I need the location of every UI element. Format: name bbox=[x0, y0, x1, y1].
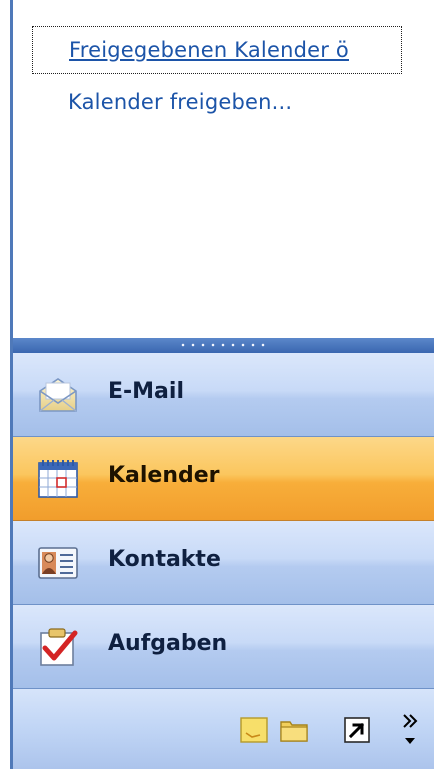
configure-buttons-icon[interactable] bbox=[397, 711, 423, 749]
nav-button-tasks[interactable]: Aufgaben bbox=[13, 605, 434, 689]
shortcuts-icon[interactable] bbox=[344, 717, 372, 743]
navigation-pane-window: Freigegebenen Kalender ö Kalender freige… bbox=[0, 0, 434, 769]
nav-button-contacts[interactable]: Kontakte bbox=[13, 521, 434, 605]
contacts-icon bbox=[38, 547, 78, 579]
calendar-links-area: Freigegebenen Kalender ö Kalender freige… bbox=[13, 0, 434, 338]
mail-icon bbox=[39, 378, 77, 412]
open-shared-calendar-link[interactable]: Freigegebenen Kalender ö bbox=[32, 26, 402, 74]
navigation-pane: Freigegebenen Kalender ö Kalender freige… bbox=[10, 0, 434, 769]
nav-button-mail[interactable]: E-Mail bbox=[13, 353, 434, 437]
folder-list-icon[interactable] bbox=[280, 717, 308, 743]
nav-label-calendar: Kalender bbox=[108, 463, 220, 488]
pane-splitter[interactable] bbox=[13, 338, 434, 353]
tasks-icon bbox=[40, 628, 78, 666]
nav-label-contacts: Kontakte bbox=[108, 547, 221, 572]
notes-icon[interactable] bbox=[240, 717, 268, 743]
nav-label-mail: E-Mail bbox=[108, 379, 184, 404]
nav-button-calendar[interactable]: Kalender bbox=[13, 437, 434, 521]
nav-label-tasks: Aufgaben bbox=[108, 631, 228, 656]
calendar-icon bbox=[38, 460, 78, 498]
share-calendar-link[interactable]: Kalender freigeben... bbox=[68, 90, 292, 114]
splitter-grip[interactable] bbox=[178, 343, 268, 347]
left-margin bbox=[0, 0, 10, 769]
nav-shortcut-toolbar bbox=[13, 689, 434, 769]
